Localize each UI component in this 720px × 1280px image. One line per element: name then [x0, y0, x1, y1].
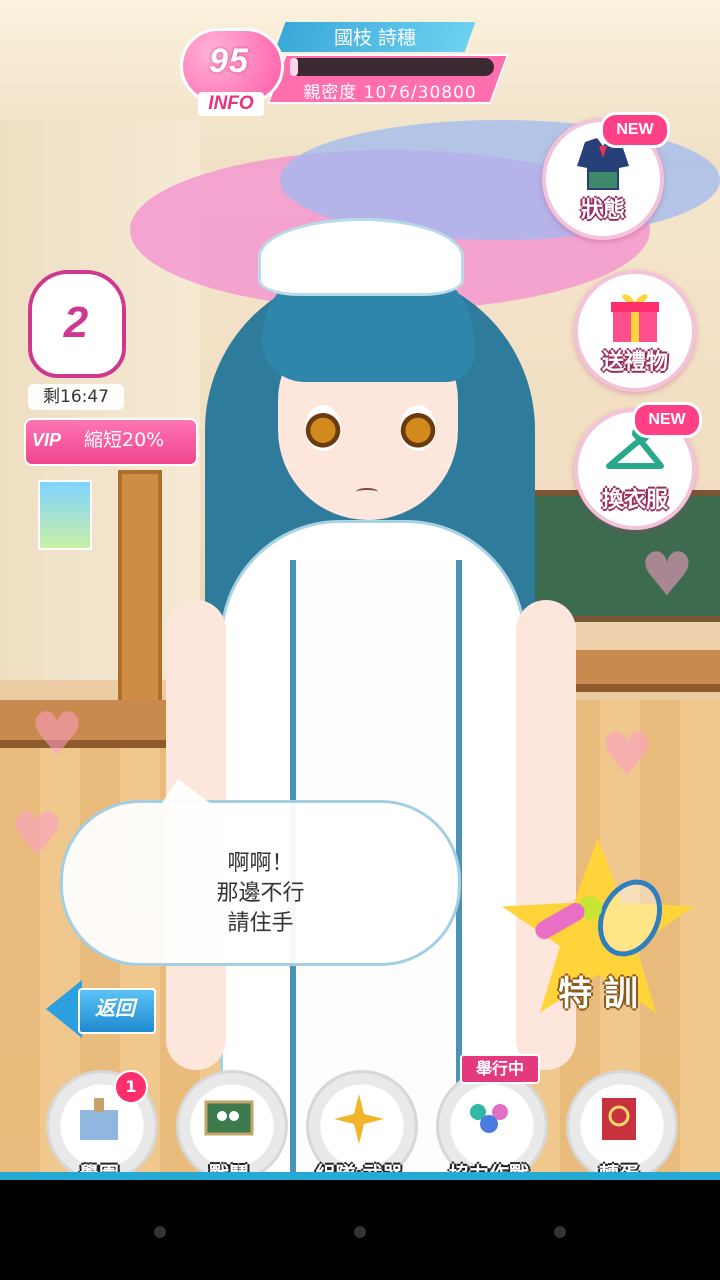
gift-label: 送禮物 — [601, 350, 668, 375]
speech-bubble-tail — [158, 779, 218, 809]
special-training-label: 特 訓 — [558, 974, 638, 1014]
affection-bar — [290, 58, 494, 76]
nav-battle[interactable]: 戰鬥 — [170, 1070, 288, 1186]
special-training-button[interactable]: 特 訓 — [498, 838, 698, 1028]
event-ongoing-tag: 舉行中 — [460, 1054, 540, 1084]
touch-counter[interactable]: 2 — [28, 270, 126, 378]
affection-bar-fill — [290, 58, 299, 76]
nav-academy[interactable]: 1 學園 — [40, 1070, 158, 1186]
character-name: 國枝 詩穗 — [333, 27, 417, 49]
nurse-cap — [258, 218, 464, 296]
nav-coop-battle[interactable]: 舉行中 協力作戰 — [430, 1054, 548, 1186]
team-people-icon — [470, 1104, 508, 1133]
character-right-eye — [400, 405, 436, 451]
change-outfit-button[interactable]: 換衣服 NEW — [574, 402, 702, 530]
nav-team-weapon[interactable]: 組隊‧武器 — [300, 1070, 418, 1186]
chalkboard-icon — [204, 1100, 254, 1136]
new-badge: NEW — [632, 402, 702, 438]
character-mouth — [356, 488, 378, 496]
vip-text: 縮短20% — [84, 429, 165, 451]
gift-button[interactable]: 送禮物 — [574, 270, 696, 392]
back-button[interactable]: 返回 — [46, 980, 156, 1038]
floating-heart-icon: ♥ — [640, 540, 694, 610]
touch-timer: 剩16:47 — [28, 384, 124, 410]
gacha-book-icon — [602, 1098, 636, 1140]
system-recents-button[interactable] — [554, 1226, 566, 1238]
nav-gacha[interactable]: 轉蛋 — [560, 1070, 678, 1186]
system-back-button[interactable] — [154, 1226, 166, 1238]
floating-heart-icon: ♥ — [10, 800, 64, 870]
back-label: 返回 — [95, 996, 135, 1020]
notification-badge: 1 — [114, 1070, 148, 1104]
floating-heart-icon: ♥ — [600, 720, 654, 790]
character-left-eye — [305, 405, 341, 451]
bottom-strip — [0, 1172, 720, 1180]
new-badge: NEW — [600, 112, 670, 148]
speech-bubble: 啊啊！ 那邊不行 請住手 — [60, 779, 461, 966]
system-nav-bar — [0, 1180, 720, 1280]
dialogue-line: 那邊不行 — [216, 881, 305, 906]
bottom-nav: 1 學園 戰鬥 組隊‧武器 舉行中 協力作戰 轉蛋 — [0, 1054, 720, 1186]
gift-box-icon — [611, 294, 659, 342]
vip-banner[interactable]: VIP 縮短20% — [24, 418, 198, 466]
back-arrow-icon — [46, 980, 82, 1038]
status-button[interactable]: 狀態 NEW — [542, 112, 670, 240]
info-button[interactable]: INFO — [198, 92, 264, 116]
status-label: 狀態 — [580, 198, 625, 223]
heart-level-value: 95 — [209, 42, 249, 80]
compass-star-icon — [334, 1094, 384, 1144]
wall-poster — [38, 480, 92, 550]
dialogue-line: 請住手 — [227, 911, 294, 936]
character-info-panel[interactable]: 國枝 詩穗 親密度 1076/30800 95 INFO — [180, 22, 530, 122]
system-home-button[interactable] — [354, 1226, 366, 1238]
school-building-icon — [80, 1098, 118, 1140]
touch-count: 2 — [63, 298, 89, 347]
floating-heart-icon: ♥ — [30, 700, 84, 770]
change-outfit-label: 換衣服 — [601, 488, 668, 513]
vip-tag: VIP — [32, 430, 62, 450]
classroom-door — [118, 470, 162, 708]
dialogue-line: 啊啊！ — [227, 851, 294, 876]
affection-label: 親密度 1076/30800 — [303, 83, 477, 103]
